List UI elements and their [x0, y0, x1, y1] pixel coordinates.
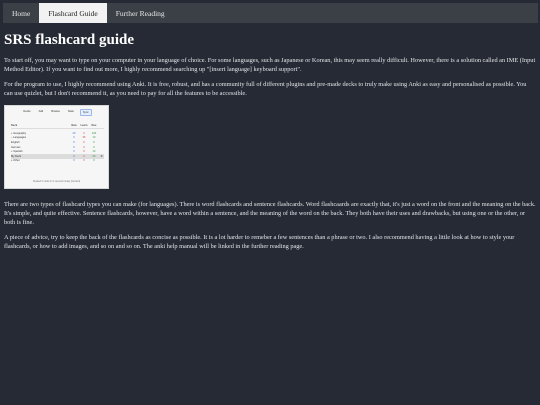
deck-name: German	[11, 145, 21, 149]
deck-learn-count: 0	[83, 145, 85, 149]
paragraph-anki: For the program to use, I highly recomme…	[4, 81, 527, 97]
deck-due-count: 0	[93, 140, 95, 144]
deck-row: + Other 0 0 0	[11, 159, 104, 164]
main-content: SRS flashcard guide To start off, you ma…	[4, 32, 536, 258]
deck-name: + Other	[11, 159, 20, 163]
tab-flashcard-guide[interactable]: Flashcard Guide	[39, 3, 107, 23]
deck-due-count: 20	[92, 154, 96, 158]
anki-table-header: Deck New Learn Due	[11, 123, 104, 129]
deck-new-count: 0	[73, 136, 75, 140]
tab-further-reading[interactable]: Further Reading	[107, 3, 174, 23]
paragraph-flashcard-types: There are two types of flashcard types y…	[4, 201, 536, 226]
column-new: New	[71, 124, 77, 128]
page-title: SRS flashcard guide	[4, 32, 135, 48]
deck-learn-count: 0	[83, 150, 85, 154]
deck-due-count: 13	[92, 136, 96, 140]
deck-name: My Deck	[11, 154, 22, 158]
deck-name: English	[11, 140, 20, 144]
column-due: Due	[91, 124, 97, 128]
deck-learn-count: 2	[83, 154, 85, 158]
deck-new-count: 20	[72, 131, 76, 135]
anki-stats-button: Stats	[67, 110, 74, 114]
deck-new-count: 0	[73, 145, 75, 149]
column-deck: Deck	[11, 124, 18, 128]
deck-new-count: 0	[73, 140, 75, 144]
anki-screenshot-image: Decks Add Browse Stats Sync Deck New Lea…	[4, 105, 109, 190]
paragraph-ime: To start off, you may want to type on yo…	[4, 57, 536, 73]
deck-due-count: 13	[92, 150, 96, 154]
deck-new-count: 0	[73, 150, 75, 154]
paragraph-advice: A piece of advice, try to keep the back …	[4, 234, 515, 250]
deck-learn-count: 35	[82, 136, 86, 140]
deck-due-count: 0	[93, 145, 95, 149]
gear-icon: ⚙	[100, 154, 103, 158]
anki-browse-button: Browse	[51, 110, 60, 114]
anki-sync-button: Sync	[79, 109, 92, 117]
anki-add-button: Add	[38, 110, 44, 114]
tab-home[interactable]: Home	[3, 3, 39, 23]
anki-study-summary: Studied 0 cards in 0 seconds today (0s/c…	[32, 180, 81, 184]
anki-deck-table: Deck New Learn Due + Geography 20 0 100 …	[11, 123, 104, 163]
anki-decks-button: Decks	[23, 110, 31, 114]
deck-name: + Geography	[11, 131, 27, 135]
column-learn: Learn	[80, 124, 88, 128]
top-nav: Home Flashcard Guide Further Reading	[3, 3, 538, 23]
deck-learn-count: 0	[83, 140, 85, 144]
deck-new-count: 0	[73, 154, 75, 158]
deck-name: + Spanish	[11, 150, 23, 154]
deck-due-count: 100	[91, 131, 97, 135]
anki-toolbar: Decks Add Browse Stats Sync	[5, 109, 108, 117]
deck-name: – Languages	[11, 136, 27, 140]
deck-due-count: 0	[93, 159, 95, 163]
deck-learn-count: 0	[83, 159, 85, 163]
deck-learn-count: 0	[83, 131, 85, 135]
deck-new-count: 0	[73, 159, 75, 163]
